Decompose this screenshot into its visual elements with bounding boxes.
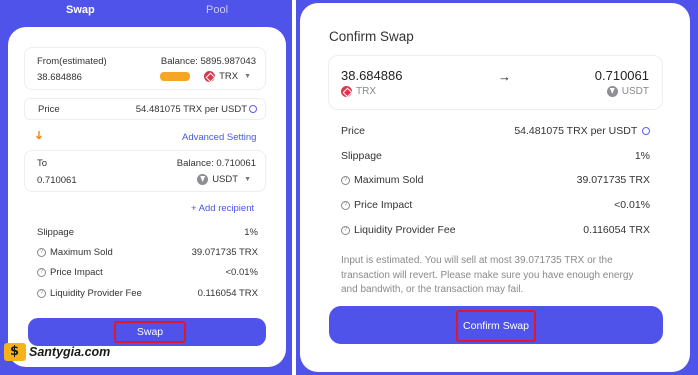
info-icon[interactable]: ? <box>37 289 46 298</box>
refresh-icon[interactable] <box>642 127 650 136</box>
from-token-selector[interactable]: TRX ▼ <box>160 71 251 82</box>
chevron-down-icon: ▼ <box>244 73 251 80</box>
detail-value-wrap: 54.481075 TRX per USDT <box>514 125 650 137</box>
detail-value: 39.071735 TRX <box>576 174 650 186</box>
from-balance: Balance: 5895.987043 <box>160 56 256 67</box>
tab-pool[interactable]: Pool <box>206 4 228 16</box>
detail-label-wrap: ? Price Impact <box>37 267 103 278</box>
detail-label-wrap: ? Maximum Sold <box>37 247 113 258</box>
price-value-wrap: 54.481075 TRX per USDT <box>136 104 257 115</box>
detail-label: Maximum Sold <box>50 247 113 258</box>
confirm-row-lp-fee: ? Liquidity Provider Fee 0.116054 TRX <box>0 224 698 237</box>
top-tabs: Swap Pool <box>0 0 292 22</box>
from-amount[interactable]: 38.684886 <box>37 72 82 83</box>
detail-row-lp-fee: ? Liquidity Provider Fee 0.116054 TRX <box>0 288 258 300</box>
detail-label-wrap: ? Liquidity Provider Fee <box>37 288 142 299</box>
confirm-row-price: Price 54.481075 TRX per USDT <box>0 125 698 138</box>
to-token: USDT <box>621 86 649 97</box>
detail-row-maximum-sold: ? Maximum Sold 39.071735 TRX <box>0 247 258 259</box>
detail-label: Price Impact <box>50 267 103 278</box>
logo-text: Santygia.com <box>29 345 111 359</box>
info-icon[interactable]: ? <box>37 268 46 277</box>
detail-value: 0.116054 TRX <box>583 224 650 236</box>
detail-value: 1% <box>634 150 650 162</box>
info-icon[interactable]: ? <box>341 225 350 235</box>
detail-label-wrap: ? Liquidity Provider Fee <box>341 224 456 236</box>
estimate-notice: Input is estimated. You will sell at mos… <box>341 255 634 295</box>
info-icon[interactable]: ? <box>341 175 350 185</box>
trx-icon <box>341 86 352 97</box>
from-input-box[interactable]: From(estimated) Balance: 5895.987043 38.… <box>24 47 266 90</box>
detail-label: Price <box>341 125 365 137</box>
detail-value: <0.01% <box>614 199 650 211</box>
price-row: Price 54.481075 TRX per USDT <box>24 98 266 120</box>
detail-value: 39.071735 TRX <box>191 247 258 258</box>
refresh-icon[interactable] <box>249 105 257 114</box>
confirm-swap-button-label[interactable]: Confirm Swap <box>456 310 536 342</box>
detail-value: 54.481075 TRX per USDT <box>514 125 638 137</box>
usdt-icon <box>606 86 618 97</box>
detail-label: Liquidity Provider Fee <box>354 224 456 236</box>
from-token: TRX <box>356 86 376 97</box>
modal-title: Confirm Swap <box>329 29 414 44</box>
detail-label: Maximum Sold <box>354 174 424 186</box>
info-icon[interactable]: ? <box>341 200 350 210</box>
to-amount: 0.710061 <box>594 68 649 83</box>
max-button[interactable] <box>160 72 191 81</box>
swap-summary-box: 38.684886 TRX 0.710061 USDT <box>328 55 663 110</box>
swap-button-label[interactable]: Swap <box>114 321 186 343</box>
price-label: Price <box>38 104 60 115</box>
detail-value: 0.116054 TRX <box>197 288 258 299</box>
trx-icon <box>204 71 216 82</box>
confirm-row-maximum-sold: ? Maximum Sold 39.071735 TRX <box>0 174 698 187</box>
arrow-right-icon: → <box>498 69 511 84</box>
from-label: From(estimated) <box>37 56 107 67</box>
detail-label-wrap: ? Price Impact <box>341 199 412 211</box>
from-token-symbol: TRX <box>219 71 239 82</box>
site-logo: Santygia.com <box>4 343 110 361</box>
dollar-icon <box>4 343 26 361</box>
from-amount: 38.684886 <box>341 68 403 83</box>
confirm-row-slippage: Slippage 1% <box>0 150 698 163</box>
tab-swap[interactable]: Swap <box>66 4 95 16</box>
detail-label: Liquidity Provider Fee <box>50 288 142 299</box>
detail-label-wrap: ? Maximum Sold <box>341 174 423 186</box>
detail-row-price-impact: ? Price Impact <0.01% <box>0 267 258 279</box>
detail-value: <0.01% <box>225 267 259 278</box>
price-value: 54.481075 TRX per USDT <box>135 104 247 115</box>
confirm-row-price-impact: ? Price Impact <0.01% <box>0 199 698 212</box>
detail-label: Slippage <box>341 150 382 162</box>
info-icon[interactable]: ? <box>37 248 46 257</box>
to-token-wrap: USDT <box>606 86 649 97</box>
detail-label: Price Impact <box>354 199 413 211</box>
from-token-wrap: TRX <box>341 86 376 97</box>
